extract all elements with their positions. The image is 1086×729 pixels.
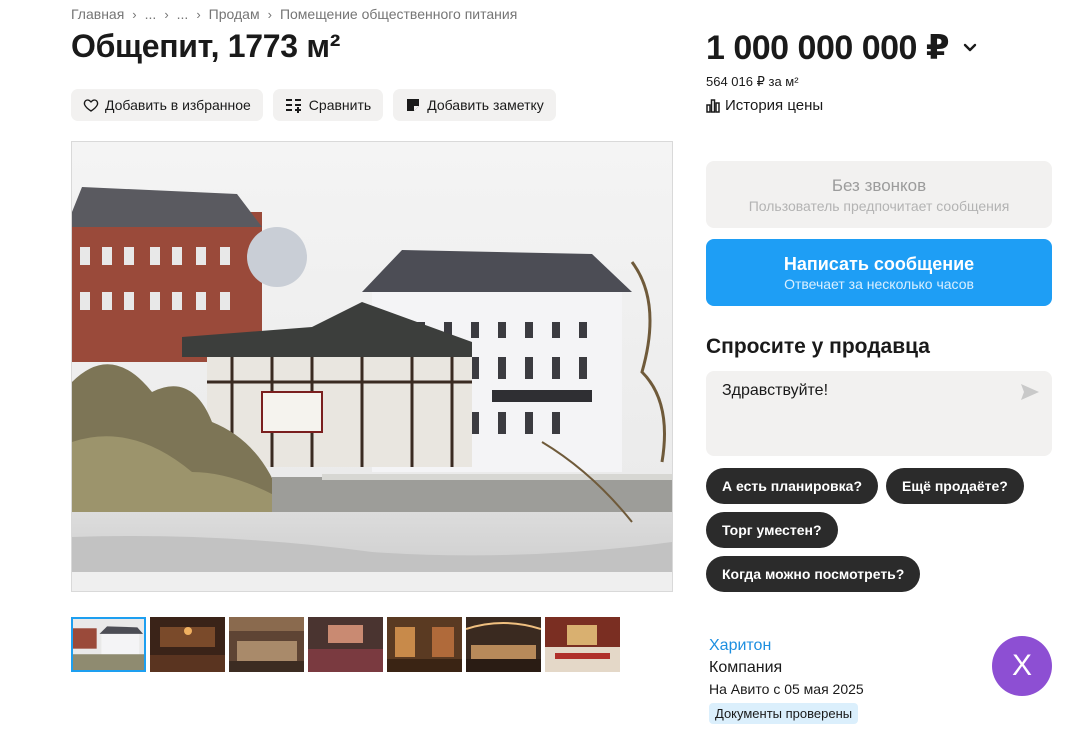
chevron-down-icon[interactable] [963, 43, 977, 53]
seller-info: Харитон Компания На Авито с 05 мая 2025 … [709, 637, 864, 724]
breadcrumb: Главная › ... › ... › Продам › Помещение… [71, 6, 517, 22]
price-history-link[interactable]: История цены [706, 97, 823, 114]
message-input[interactable] [722, 382, 1012, 452]
bar-chart-icon [706, 98, 720, 113]
thumbnail-image [150, 617, 225, 672]
heart-icon [83, 99, 99, 112]
thumbnail[interactable] [229, 617, 304, 672]
thumbnail[interactable] [71, 617, 146, 672]
breadcrumb-separator: › [164, 6, 169, 22]
breadcrumb-category[interactable]: Помещение общественного питания [280, 6, 517, 22]
write-message-title: Написать сообщение [783, 253, 975, 274]
compare-icon [285, 99, 301, 113]
add-favorite-label: Добавить в избранное [105, 97, 251, 113]
message-box [706, 371, 1052, 456]
main-photo[interactable] [71, 141, 673, 592]
avatar[interactable]: Х [992, 636, 1052, 696]
thumbnail[interactable] [150, 617, 225, 672]
chip-bargain[interactable]: Торг уместен? [706, 512, 838, 548]
thumbnail-image [308, 617, 383, 672]
page-title: Общепит, 1773 м² [71, 28, 341, 64]
no-calls-button[interactable]: Без звонков Пользователь предпочитает со… [706, 161, 1052, 228]
listing-actions: Добавить в избранное Сравнить Добавить з… [71, 89, 556, 121]
send-icon[interactable] [1020, 383, 1040, 401]
breadcrumb-collapsed-2[interactable]: ... [177, 6, 189, 22]
breadcrumb-separator: › [132, 6, 137, 22]
note-icon [407, 99, 420, 111]
thumbnail[interactable] [545, 617, 620, 672]
compare-button[interactable]: Сравнить [272, 89, 384, 121]
thumbnail[interactable] [387, 617, 462, 672]
ask-seller-title: Спросите у продавца [706, 335, 930, 358]
price: 1 000 000 000 ₽ [706, 29, 950, 67]
no-calls-title: Без звонков [831, 175, 927, 195]
compare-label: Сравнить [308, 97, 372, 113]
breadcrumb-separator: › [196, 6, 201, 22]
no-calls-subtitle: Пользователь предпочитает сообщения [748, 197, 1010, 214]
quick-questions: А есть планировка? Ещё продаёте? Торг ум… [706, 468, 1052, 592]
thumbnail-image [545, 617, 620, 672]
price-per-square-meter: 564 016 ₽ за м² [706, 74, 799, 89]
write-message-subtitle: Отвечает за несколько часов [784, 275, 974, 292]
chip-planning[interactable]: А есть планировка? [706, 468, 878, 504]
breadcrumb-home[interactable]: Главная [71, 6, 124, 22]
price-row: 1 000 000 000 ₽ [706, 28, 977, 68]
avatar-letter: Х [1011, 649, 1032, 682]
thumbnail-image [466, 617, 541, 672]
thumbnail-image [387, 617, 462, 672]
add-note-label: Добавить заметку [427, 97, 544, 113]
thumbnail[interactable] [466, 617, 541, 672]
seller-name[interactable]: Харитон [709, 637, 864, 655]
thumbnail-strip [71, 617, 620, 672]
thumbnail-image [229, 617, 304, 672]
write-message-button[interactable]: Написать сообщение Отвечает за несколько… [706, 239, 1052, 306]
chip-when-view[interactable]: Когда можно посмотреть? [706, 556, 921, 592]
price-history-label: История цены [725, 97, 824, 114]
thumbnail[interactable] [308, 617, 383, 672]
thumbnail-image [73, 619, 144, 670]
seller-since: На Авито с 05 мая 2025 [709, 681, 864, 697]
breadcrumb-separator: › [267, 6, 272, 22]
documents-verified-badge: Документы проверены [709, 703, 859, 724]
chip-still-selling[interactable]: Ещё продаёте? [886, 468, 1024, 504]
breadcrumb-collapsed-1[interactable]: ... [145, 6, 157, 22]
building-photo [72, 142, 672, 591]
breadcrumb-sell[interactable]: Продам [209, 6, 260, 22]
add-favorite-button[interactable]: Добавить в избранное [71, 89, 263, 121]
add-note-button[interactable]: Добавить заметку [393, 89, 556, 121]
seller-type: Компания [709, 659, 783, 676]
